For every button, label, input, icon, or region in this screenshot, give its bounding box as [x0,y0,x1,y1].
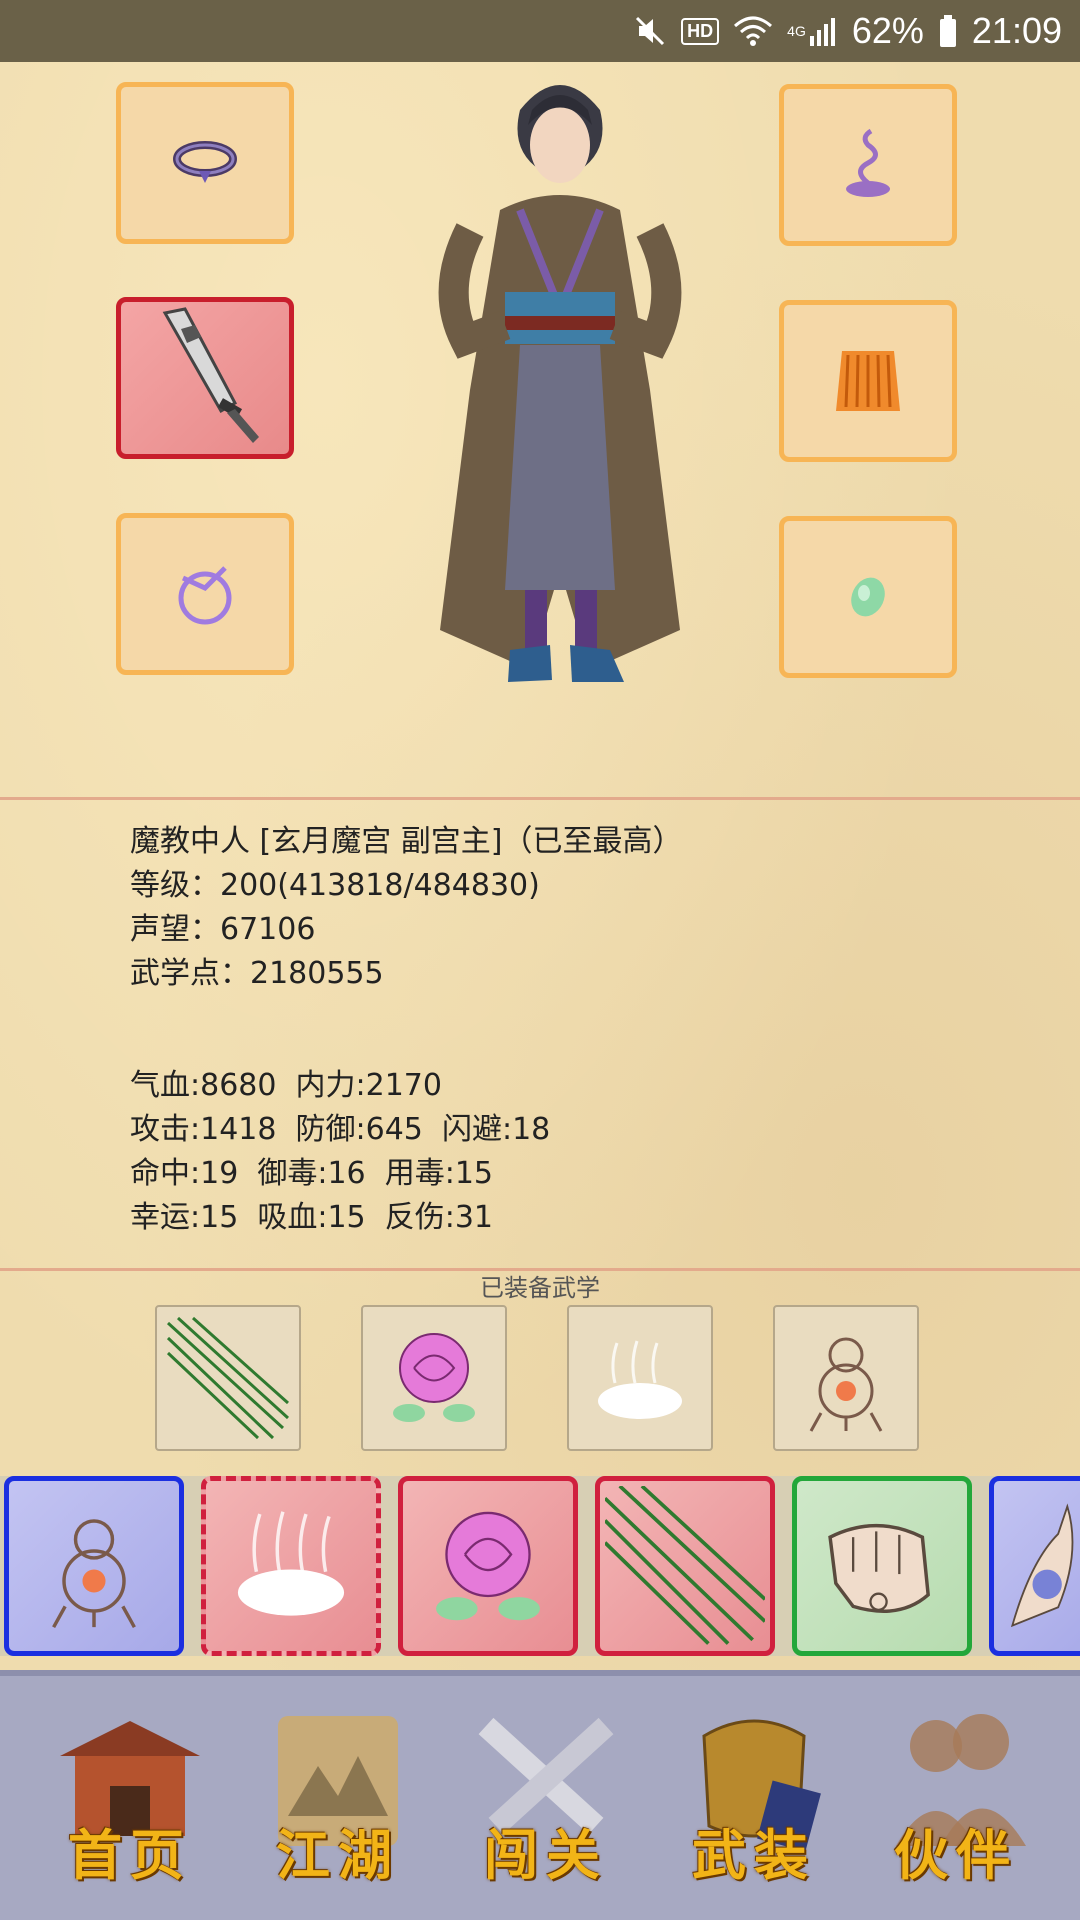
skill-card-cauldron[interactable] [4,1476,184,1656]
battery-icon [938,14,958,48]
status-bar: HD 4G 62% 21:09 [0,0,1080,62]
nav-equipment[interactable]: 武装 [654,1696,854,1906]
skill-card-needles[interactable] [595,1476,775,1656]
equipped-skill-rose[interactable] [361,1305,507,1451]
nav-jianghu-label: 江湖 [276,1823,400,1887]
necklace-icon [173,141,237,183]
stats-line-4: 幸运:15 吸血:15 反伤:31 [130,1200,493,1235]
stats-block: 气血:8680 内力:2170 攻击:1418 防御:645 闪避:18 命中:… [130,1064,550,1240]
equip-slot-weapon[interactable] [116,297,294,459]
sword-icon [162,307,259,443]
rose-icon [393,1333,475,1422]
equip-slot-garment[interactable] [779,300,957,462]
equip-slot-jade[interactable] [779,516,957,678]
needles-icon [166,1316,290,1440]
equipped-martial-label: 已装备武学 [480,1274,600,1302]
character-figure [438,85,682,682]
cauldron-icon [809,1337,883,1432]
nav-equipment-label: 武装 [692,1823,816,1887]
reputation-line: 声望：67106 [130,912,316,947]
palm-icon [1010,1503,1074,1628]
bottom-nav: 首页 江湖 闯关 武装 伙伴 [0,1670,1080,1920]
level-line: 等级：200(413818/484830) [130,868,540,903]
equip-slot-bracelet[interactable] [116,513,294,675]
battery-percent: 62% [851,10,924,51]
equipped-skill-mist[interactable] [567,1305,713,1451]
jade-icon [851,577,885,617]
nav-partner-label: 伙伴 [894,1823,1018,1887]
character-info: 魔教中人 [玄月魔宫 副宫主]（已至最高） 等级：200(413818/4848… [130,820,682,996]
mist-icon [237,1511,345,1616]
stats-line-3: 命中:19 御毒:16 用毒:15 [130,1156,493,1191]
stats-line-2: 攻击:1418 防御:645 闪避:18 [130,1112,551,1147]
martial-points-line: 武学点：2180555 [130,956,384,991]
equip-slot-necklace[interactable] [116,82,294,244]
nav-jianghu[interactable]: 江湖 [238,1696,438,1906]
fist-icon [828,1523,930,1613]
skill-card-fist[interactable] [792,1476,972,1656]
nav-home-label: 首页 [68,1823,192,1887]
skill-card-rose[interactable] [398,1476,578,1656]
nav-home[interactable]: 首页 [30,1696,230,1906]
garment-icon [836,351,900,411]
nav-challenge[interactable]: 闯关 [446,1696,646,1906]
needles-icon [605,1486,765,1645]
network-type: 4G [787,23,806,39]
equipped-skill-needles[interactable] [155,1305,301,1451]
rose-icon [436,1511,540,1621]
signal-icon: 4G [787,14,838,48]
title-line: 魔教中人 [玄月魔宫 副宫主]（已至最高） [130,824,683,859]
incense-icon [846,128,890,197]
cauldron-icon [52,1519,136,1628]
clock: 21:09 [971,10,1062,51]
hd-badge: HD [681,17,720,45]
bracelet-icon [178,566,232,625]
equipped-skill-cauldron[interactable] [773,1305,919,1451]
mist-icon [598,1340,682,1419]
nav-challenge-label: 闯关 [484,1823,608,1887]
stats-line-1: 气血:8680 内力:2170 [130,1068,442,1103]
equip-slot-incense[interactable] [779,84,957,246]
divider-top [0,797,1080,800]
nav-partner[interactable]: 伙伴 [856,1696,1056,1906]
skill-card-mist[interactable] [201,1476,381,1656]
skill-card-palm[interactable] [989,1476,1080,1656]
mute-icon [633,14,667,48]
wifi-icon [733,14,773,48]
